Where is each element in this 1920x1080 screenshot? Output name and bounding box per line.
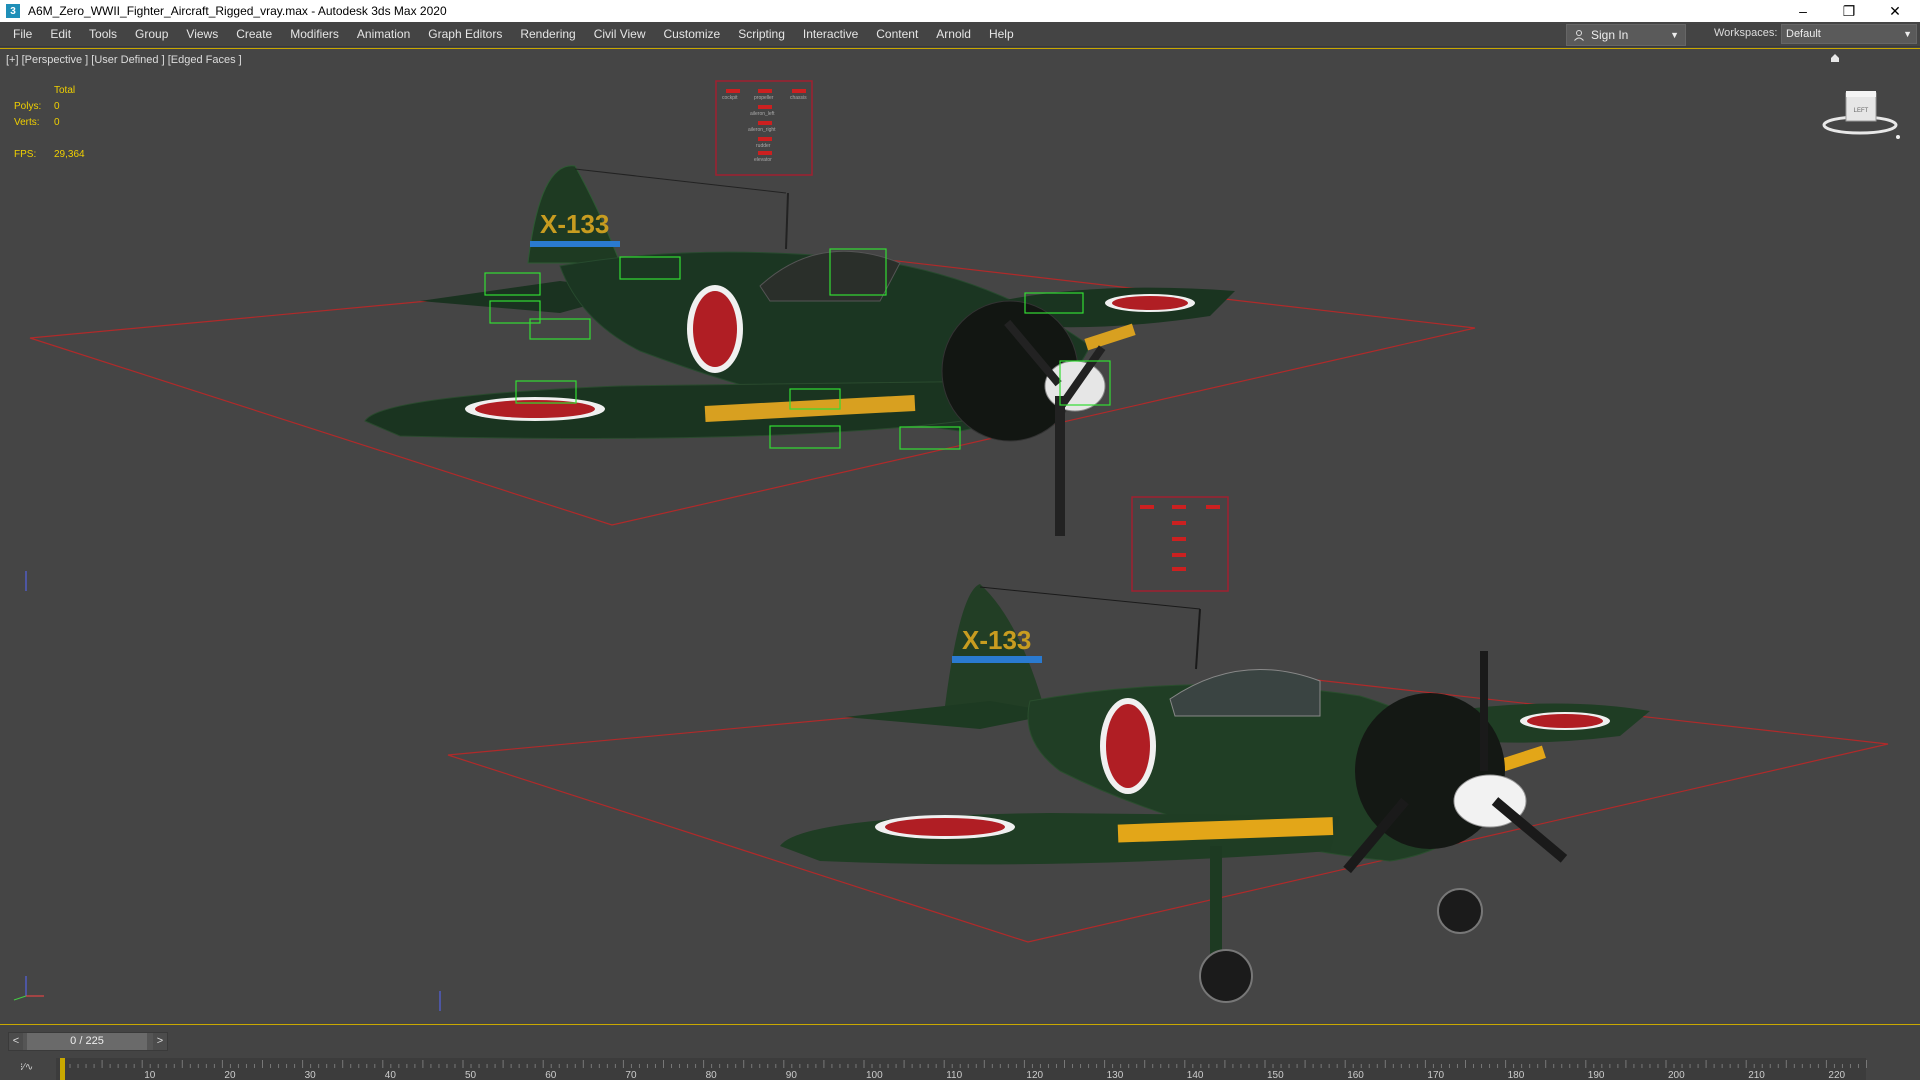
menu-customize[interactable]: Customize <box>655 22 730 46</box>
menu-content[interactable]: Content <box>867 22 927 46</box>
menu-help[interactable]: Help <box>980 22 1023 46</box>
ruler-tick-label: 10 <box>144 1070 156 1080</box>
menu-modifiers[interactable]: Modifiers <box>281 22 348 46</box>
ruler-tick-label: 20 <box>224 1070 236 1080</box>
menu-civil-view[interactable]: Civil View <box>585 22 655 46</box>
ruler-tick-label: 180 <box>1508 1070 1525 1080</box>
ruler-tick-label: 100 <box>866 1070 883 1080</box>
ruler-tick-label: 90 <box>786 1070 798 1080</box>
menu-scripting[interactable]: Scripting <box>729 22 794 46</box>
chevron-down-icon: ▼ <box>1670 30 1679 40</box>
ruler-tick-label: 40 <box>385 1070 397 1080</box>
ruler-tick-label: 60 <box>545 1070 557 1080</box>
menu-group[interactable]: Group <box>126 22 177 46</box>
axis-tripod-bottom <box>13 976 441 1011</box>
svg-text:aileron_left: aileron_left <box>750 111 775 117</box>
sign-in-label: Sign In <box>1591 28 1629 42</box>
aircraft-rendered: X-133 <box>780 584 1650 1003</box>
workspaces-label: Workspaces: <box>1714 27 1778 39</box>
menu-create[interactable]: Create <box>227 22 281 46</box>
menu-views[interactable]: Views <box>177 22 227 46</box>
sign-in-dropdown[interactable]: Sign In ▼ <box>1566 24 1686 46</box>
ruler-tick-label: 220 <box>1828 1070 1845 1080</box>
title-bar: 3 A6M_Zero_WWII_Fighter_Aircraft_Rigged_… <box>0 0 1920 22</box>
menu-file[interactable]: File <box>4 22 41 46</box>
ruler-tick-label: 200 <box>1668 1070 1685 1080</box>
ruler-tick-label: 190 <box>1588 1070 1605 1080</box>
rig-panel-top: cockpit propeller chassis aileron_leftaile… <box>715 80 813 176</box>
scene-render: cockpit propeller chassis aileron_leftaile… <box>13 80 1889 1011</box>
menu-tools[interactable]: Tools <box>80 22 126 46</box>
ruler-tick-label: 210 <box>1748 1070 1765 1080</box>
ruler-tick-label: 150 <box>1267 1070 1284 1080</box>
menu-rendering[interactable]: Rendering <box>511 22 584 46</box>
window-title: A6M_Zero_WWII_Fighter_Aircraft_Rigged_vr… <box>28 4 447 18</box>
svg-text:elevator: elevator <box>754 157 772 163</box>
svg-text:propeller: propeller <box>754 95 774 101</box>
prev-frame-button[interactable]: < <box>9 1033 23 1050</box>
menu-arnold[interactable]: Arnold <box>927 22 980 46</box>
ruler-tick-label: 80 <box>706 1070 718 1080</box>
app-icon[interactable]: 3 <box>6 4 20 18</box>
ruler-tick-label: 140 <box>1187 1070 1204 1080</box>
svg-text:X-133: X-133 <box>540 209 609 239</box>
menu-animation[interactable]: Animation <box>348 22 419 46</box>
minimize-button[interactable]: – <box>1780 0 1826 22</box>
next-frame-button[interactable]: > <box>153 1033 167 1050</box>
ruler-tick-label: 120 <box>1026 1070 1043 1080</box>
ruler-tick-label: 130 <box>1107 1070 1124 1080</box>
time-slider[interactable]: < 0 / 225 > <box>8 1032 168 1051</box>
ruler-tick-label: 170 <box>1427 1070 1444 1080</box>
ruler-tick-label: 160 <box>1347 1070 1364 1080</box>
track-bar-ruler[interactable]: 10 20 30 40 50 60 70 80 90 100 110 120 130 140 150 160 1… <box>56 1052 1876 1080</box>
time-slider-thumb[interactable]: 0 / 225 <box>27 1033 147 1050</box>
svg-text:cockpit: cockpit <box>722 95 738 101</box>
current-frame-marker <box>60 1058 65 1080</box>
menu-edit[interactable]: Edit <box>41 22 80 46</box>
user-icon <box>1574 30 1584 41</box>
workspaces-value: Default <box>1786 28 1821 40</box>
svg-text:chassis: chassis <box>790 95 807 101</box>
svg-text:X-133: X-133 <box>962 625 1031 655</box>
restore-button[interactable]: ❐ <box>1826 0 1872 22</box>
ruler-tick-label: 30 <box>305 1070 317 1080</box>
time-bar: < 0 / 225 > ⁝∕∿ 10 20 30 40 50 60 70 80 90 100 110… <box>0 1026 1920 1080</box>
rig-panel-bottom <box>1131 496 1229 592</box>
curve-editor-toggle-icon[interactable]: ⁝∕∿ <box>20 1062 33 1073</box>
chevron-down-icon: ▼ <box>1903 29 1912 39</box>
menu-interactive[interactable]: Interactive <box>794 22 867 46</box>
perspective-viewport[interactable]: [+] [Perspective ] [User Defined ] [Edge… <box>0 48 1920 1025</box>
svg-text:aileron_right: aileron_right <box>748 127 776 133</box>
aircraft-rigged-wireframe: X-133 <box>364 165 1235 536</box>
menu-graph-editors[interactable]: Graph Editors <box>419 22 511 46</box>
ruler-tick-label: 50 <box>465 1070 477 1080</box>
close-button[interactable]: ✕ <box>1872 0 1918 22</box>
svg-text:rudder: rudder <box>756 143 771 149</box>
ruler-tick-label: 110 <box>946 1070 962 1080</box>
ruler-tick-label: 70 <box>625 1070 637 1080</box>
workspaces-select[interactable]: Default ▼ <box>1781 24 1917 44</box>
